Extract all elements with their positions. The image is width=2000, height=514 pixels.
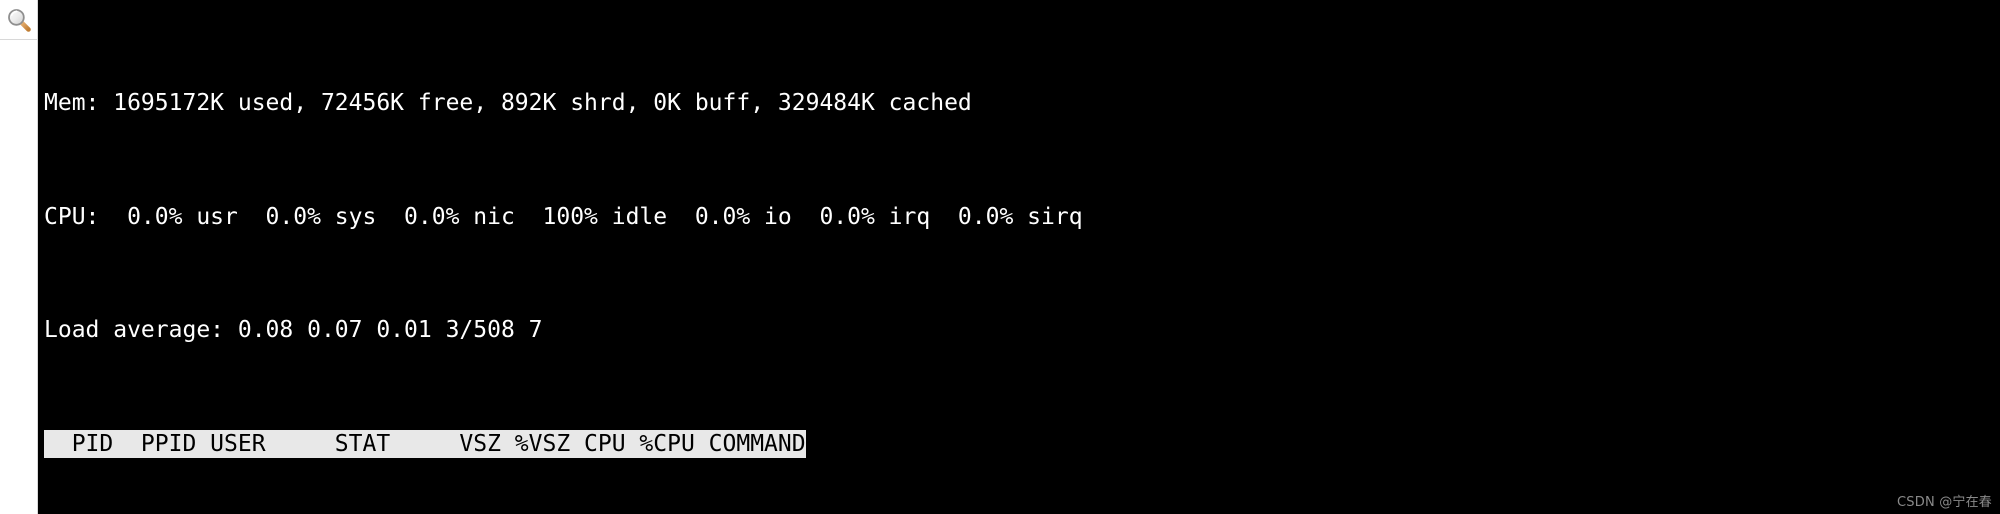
watermark: CSDN @宁在春 — [1897, 495, 1992, 510]
top-cpu-line: CPU: 0.0% usr 0.0% sys 0.0% nic 100% idl… — [44, 203, 1083, 230]
search-icon[interactable] — [6, 7, 32, 33]
left-gutter — [0, 0, 38, 514]
terminal-output[interactable]: Mem: 1695172K used, 72456K free, 892K sh… — [38, 0, 2000, 514]
screenshot-root: Mem: 1695172K used, 72456K free, 892K sh… — [0, 0, 2000, 514]
search-icon-cell[interactable] — [0, 0, 37, 40]
top-load-line: Load average: 0.08 0.07 0.01 3/508 7 — [44, 317, 543, 344]
process-table-header-row: PID PPID USER STAT VSZ %VSZ CPU %CPU COM… — [44, 430, 2000, 459]
process-table-header: PID PPID USER STAT VSZ %VSZ CPU %CPU COM… — [44, 430, 806, 459]
top-mem-line: Mem: 1695172K used, 72456K free, 892K sh… — [44, 90, 972, 117]
